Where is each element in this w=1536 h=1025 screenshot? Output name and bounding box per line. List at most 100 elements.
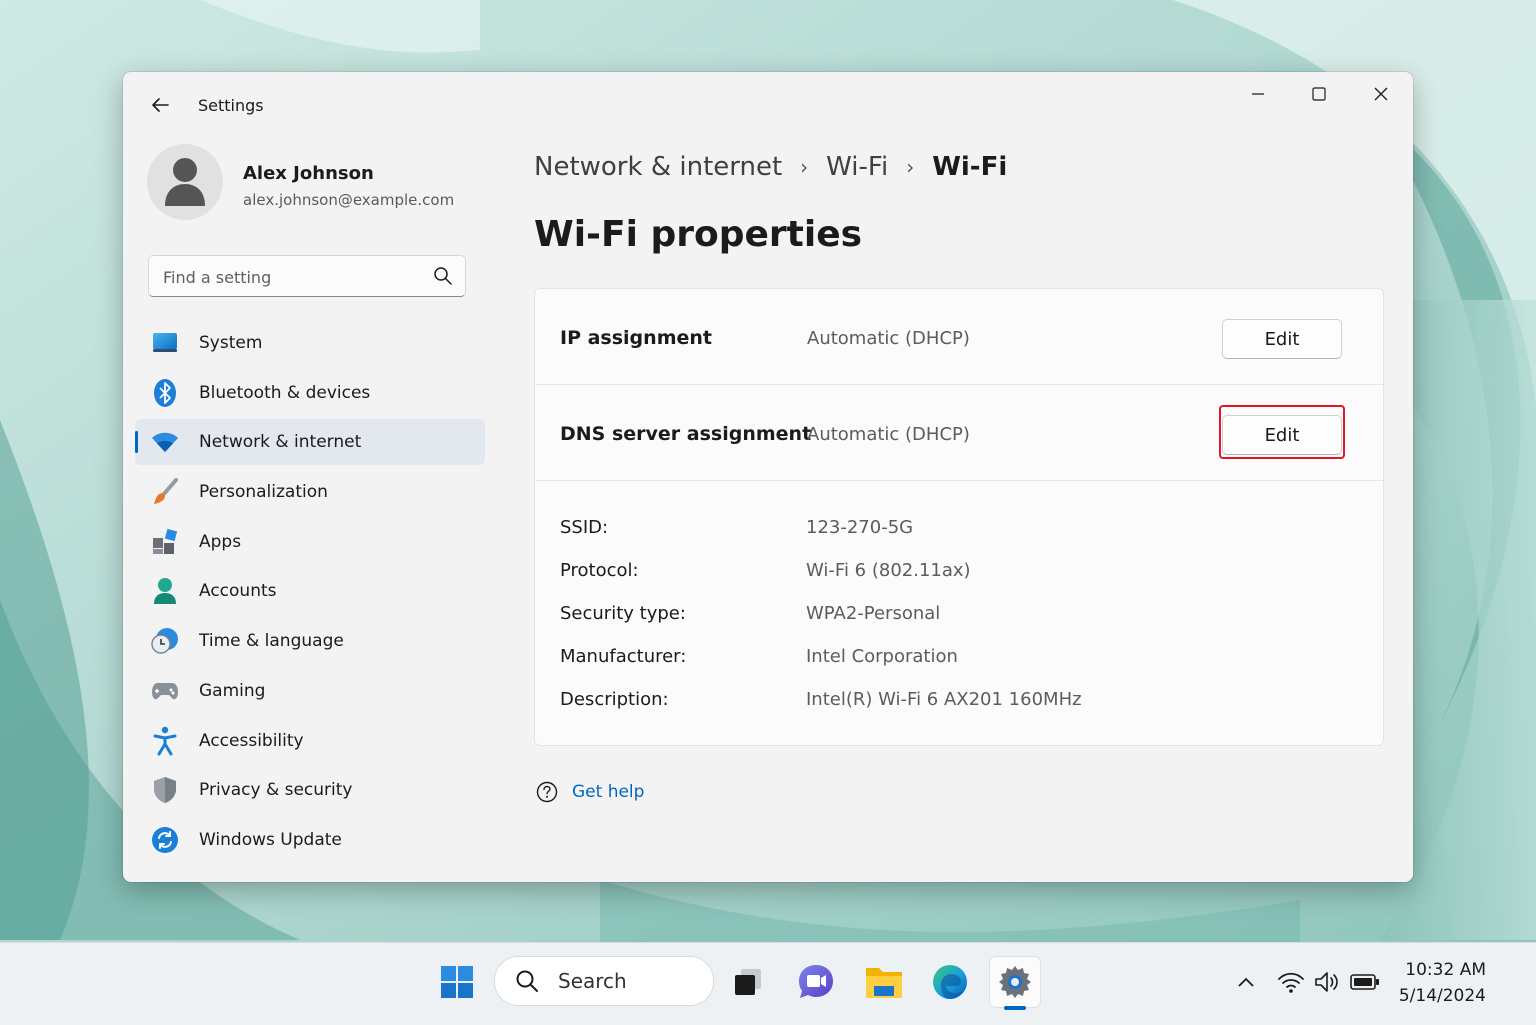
sidebar-item-time-language[interactable]: Time & language bbox=[135, 618, 485, 664]
maximize-icon bbox=[1312, 87, 1326, 101]
sidebar-item-system[interactable]: System bbox=[135, 320, 485, 366]
sidebar-item-label: Bluetooth & devices bbox=[199, 382, 371, 403]
user-name: Alex Johnson bbox=[243, 163, 374, 184]
speaker-icon bbox=[1315, 972, 1338, 992]
settings-search[interactable] bbox=[148, 255, 466, 298]
start-button[interactable] bbox=[432, 957, 482, 1007]
wifi-icon bbox=[1278, 972, 1304, 993]
property-label: Protocol: bbox=[560, 560, 639, 581]
accessibility-icon bbox=[151, 726, 179, 755]
sidebar-item-apps[interactable]: Apps bbox=[135, 519, 485, 565]
sidebar-item-accessibility[interactable]: Accessibility bbox=[135, 718, 485, 764]
sidebar-nav: System Bluetooth & devices Network & int… bbox=[135, 320, 485, 867]
task-view-icon bbox=[735, 969, 761, 995]
sidebar-item-windows-update[interactable]: Windows Update bbox=[135, 817, 485, 863]
system-icon bbox=[151, 329, 179, 357]
get-help-label: Get help bbox=[572, 782, 645, 802]
property-row-protocol: Protocol: Wi-Fi 6 (802.11ax) bbox=[560, 560, 1340, 603]
network-tray-button[interactable] bbox=[1276, 967, 1306, 997]
task-view-button[interactable] bbox=[723, 957, 773, 1007]
sidebar-item-network[interactable]: Network & internet bbox=[135, 419, 485, 466]
title-bar: Settings bbox=[123, 72, 1413, 136]
battery-icon bbox=[1350, 974, 1379, 990]
settings-window: Settings Alex Johnson alex.johnson@examp… bbox=[123, 72, 1413, 882]
gamepad-icon bbox=[151, 677, 179, 705]
sidebar-item-label: Personalization bbox=[199, 482, 328, 503]
property-label: Description: bbox=[560, 689, 669, 710]
sidebar-item-label: System bbox=[199, 333, 263, 353]
taskbar-search-label: Search bbox=[558, 969, 627, 993]
property-value: 123-270-5G bbox=[806, 517, 914, 538]
teams-chat-button[interactable] bbox=[791, 957, 841, 1007]
chat-icon bbox=[799, 965, 833, 998]
avatar bbox=[147, 144, 223, 220]
property-row-ssid: SSID: 123-270-5G bbox=[560, 517, 1340, 560]
clock-date: 5/14/2024 bbox=[1398, 986, 1486, 1006]
settings-taskbar-button[interactable] bbox=[990, 957, 1040, 1007]
dns-edit-button[interactable]: Edit bbox=[1222, 415, 1342, 455]
sidebar-item-bluetooth[interactable]: Bluetooth & devices bbox=[135, 370, 485, 416]
search-input[interactable] bbox=[161, 256, 425, 298]
minimize-button[interactable] bbox=[1235, 78, 1281, 110]
chevron-right-icon: › bbox=[906, 155, 915, 179]
search-icon[interactable] bbox=[433, 266, 453, 286]
close-icon bbox=[1374, 87, 1388, 101]
close-button[interactable] bbox=[1358, 78, 1404, 110]
property-label: Security type: bbox=[560, 603, 686, 624]
search-icon bbox=[516, 970, 538, 992]
sidebar-item-label: Gaming bbox=[199, 680, 266, 701]
breadcrumb-network-internet[interactable]: Network & internet bbox=[534, 152, 782, 182]
clock-time: 10:32 AM bbox=[1405, 960, 1486, 980]
person-icon bbox=[151, 577, 179, 605]
sidebar-item-label: Network & internet bbox=[199, 432, 362, 453]
paintbrush-icon bbox=[151, 478, 179, 506]
back-button[interactable] bbox=[145, 90, 175, 120]
system-clock[interactable]: 10:32 AM 5/14/2024 bbox=[1399, 957, 1486, 1009]
sidebar-item-label: Time & language bbox=[199, 631, 344, 652]
file-explorer-button[interactable] bbox=[859, 957, 909, 1007]
sidebar-item-label: Privacy & security bbox=[199, 780, 353, 801]
sidebar-item-label: Apps bbox=[199, 531, 242, 552]
property-value: Wi-Fi 6 (802.11ax) bbox=[806, 560, 971, 581]
shield-icon bbox=[151, 776, 179, 804]
property-label: Manufacturer: bbox=[560, 646, 687, 667]
clock-globe-icon bbox=[151, 627, 179, 655]
folder-icon bbox=[866, 968, 902, 998]
minimize-icon bbox=[1252, 93, 1264, 95]
sidebar-item-personalization[interactable]: Personalization bbox=[135, 469, 485, 515]
properties-list: SSID: 123-270-5G Protocol: Wi-Fi 6 (802.… bbox=[560, 517, 1340, 732]
property-value: Intel(R) Wi-Fi 6 AX201 160MHz bbox=[806, 689, 1082, 710]
page-title: Wi-Fi properties bbox=[534, 214, 863, 255]
show-hidden-icons-button[interactable] bbox=[1231, 967, 1261, 997]
breadcrumb-wifi[interactable]: Wi-Fi bbox=[826, 152, 888, 182]
volume-tray-button[interactable] bbox=[1312, 967, 1342, 997]
edge-icon bbox=[933, 965, 967, 999]
taskbar-search[interactable]: Search bbox=[494, 956, 714, 1006]
maximize-button[interactable] bbox=[1296, 78, 1342, 110]
gear-icon bbox=[999, 966, 1031, 998]
ip-assignment-value: Automatic (DHCP) bbox=[807, 328, 970, 349]
chevron-right-icon: › bbox=[800, 155, 809, 179]
windows-logo-icon bbox=[441, 966, 473, 998]
sidebar-item-accounts[interactable]: Accounts bbox=[135, 568, 485, 614]
wifi-icon bbox=[151, 428, 179, 456]
apps-icon bbox=[151, 528, 179, 556]
taskbar: Search 10:32 AM 5/14/2024 bbox=[0, 942, 1536, 1025]
ip-edit-button[interactable]: Edit bbox=[1222, 319, 1342, 359]
get-help-link[interactable]: Get help bbox=[536, 781, 644, 803]
property-row-description: Description: Intel(R) Wi-Fi 6 AX201 160M… bbox=[560, 689, 1340, 732]
breadcrumb: Network & internet › Wi-Fi › Wi-Fi bbox=[534, 152, 1007, 182]
wifi-properties-card: IP assignment Automatic (DHCP) Edit DNS … bbox=[534, 288, 1384, 746]
property-row-security-type: Security type: WPA2-Personal bbox=[560, 603, 1340, 646]
dns-assignment-row: DNS server assignment Automatic (DHCP) E… bbox=[535, 385, 1383, 481]
arrow-left-icon bbox=[152, 98, 169, 112]
ip-assignment-label: IP assignment bbox=[560, 327, 712, 349]
dns-assignment-value: Automatic (DHCP) bbox=[807, 424, 970, 445]
person-avatar-icon bbox=[165, 158, 205, 206]
battery-tray-button[interactable] bbox=[1350, 967, 1380, 997]
sidebar-item-privacy-security[interactable]: Privacy & security bbox=[135, 767, 485, 813]
user-profile[interactable]: Alex Johnson alex.johnson@example.com bbox=[147, 144, 477, 228]
sidebar-item-gaming[interactable]: Gaming bbox=[135, 668, 485, 714]
sidebar-item-label: Windows Update bbox=[199, 829, 342, 850]
edge-browser-button[interactable] bbox=[925, 957, 975, 1007]
